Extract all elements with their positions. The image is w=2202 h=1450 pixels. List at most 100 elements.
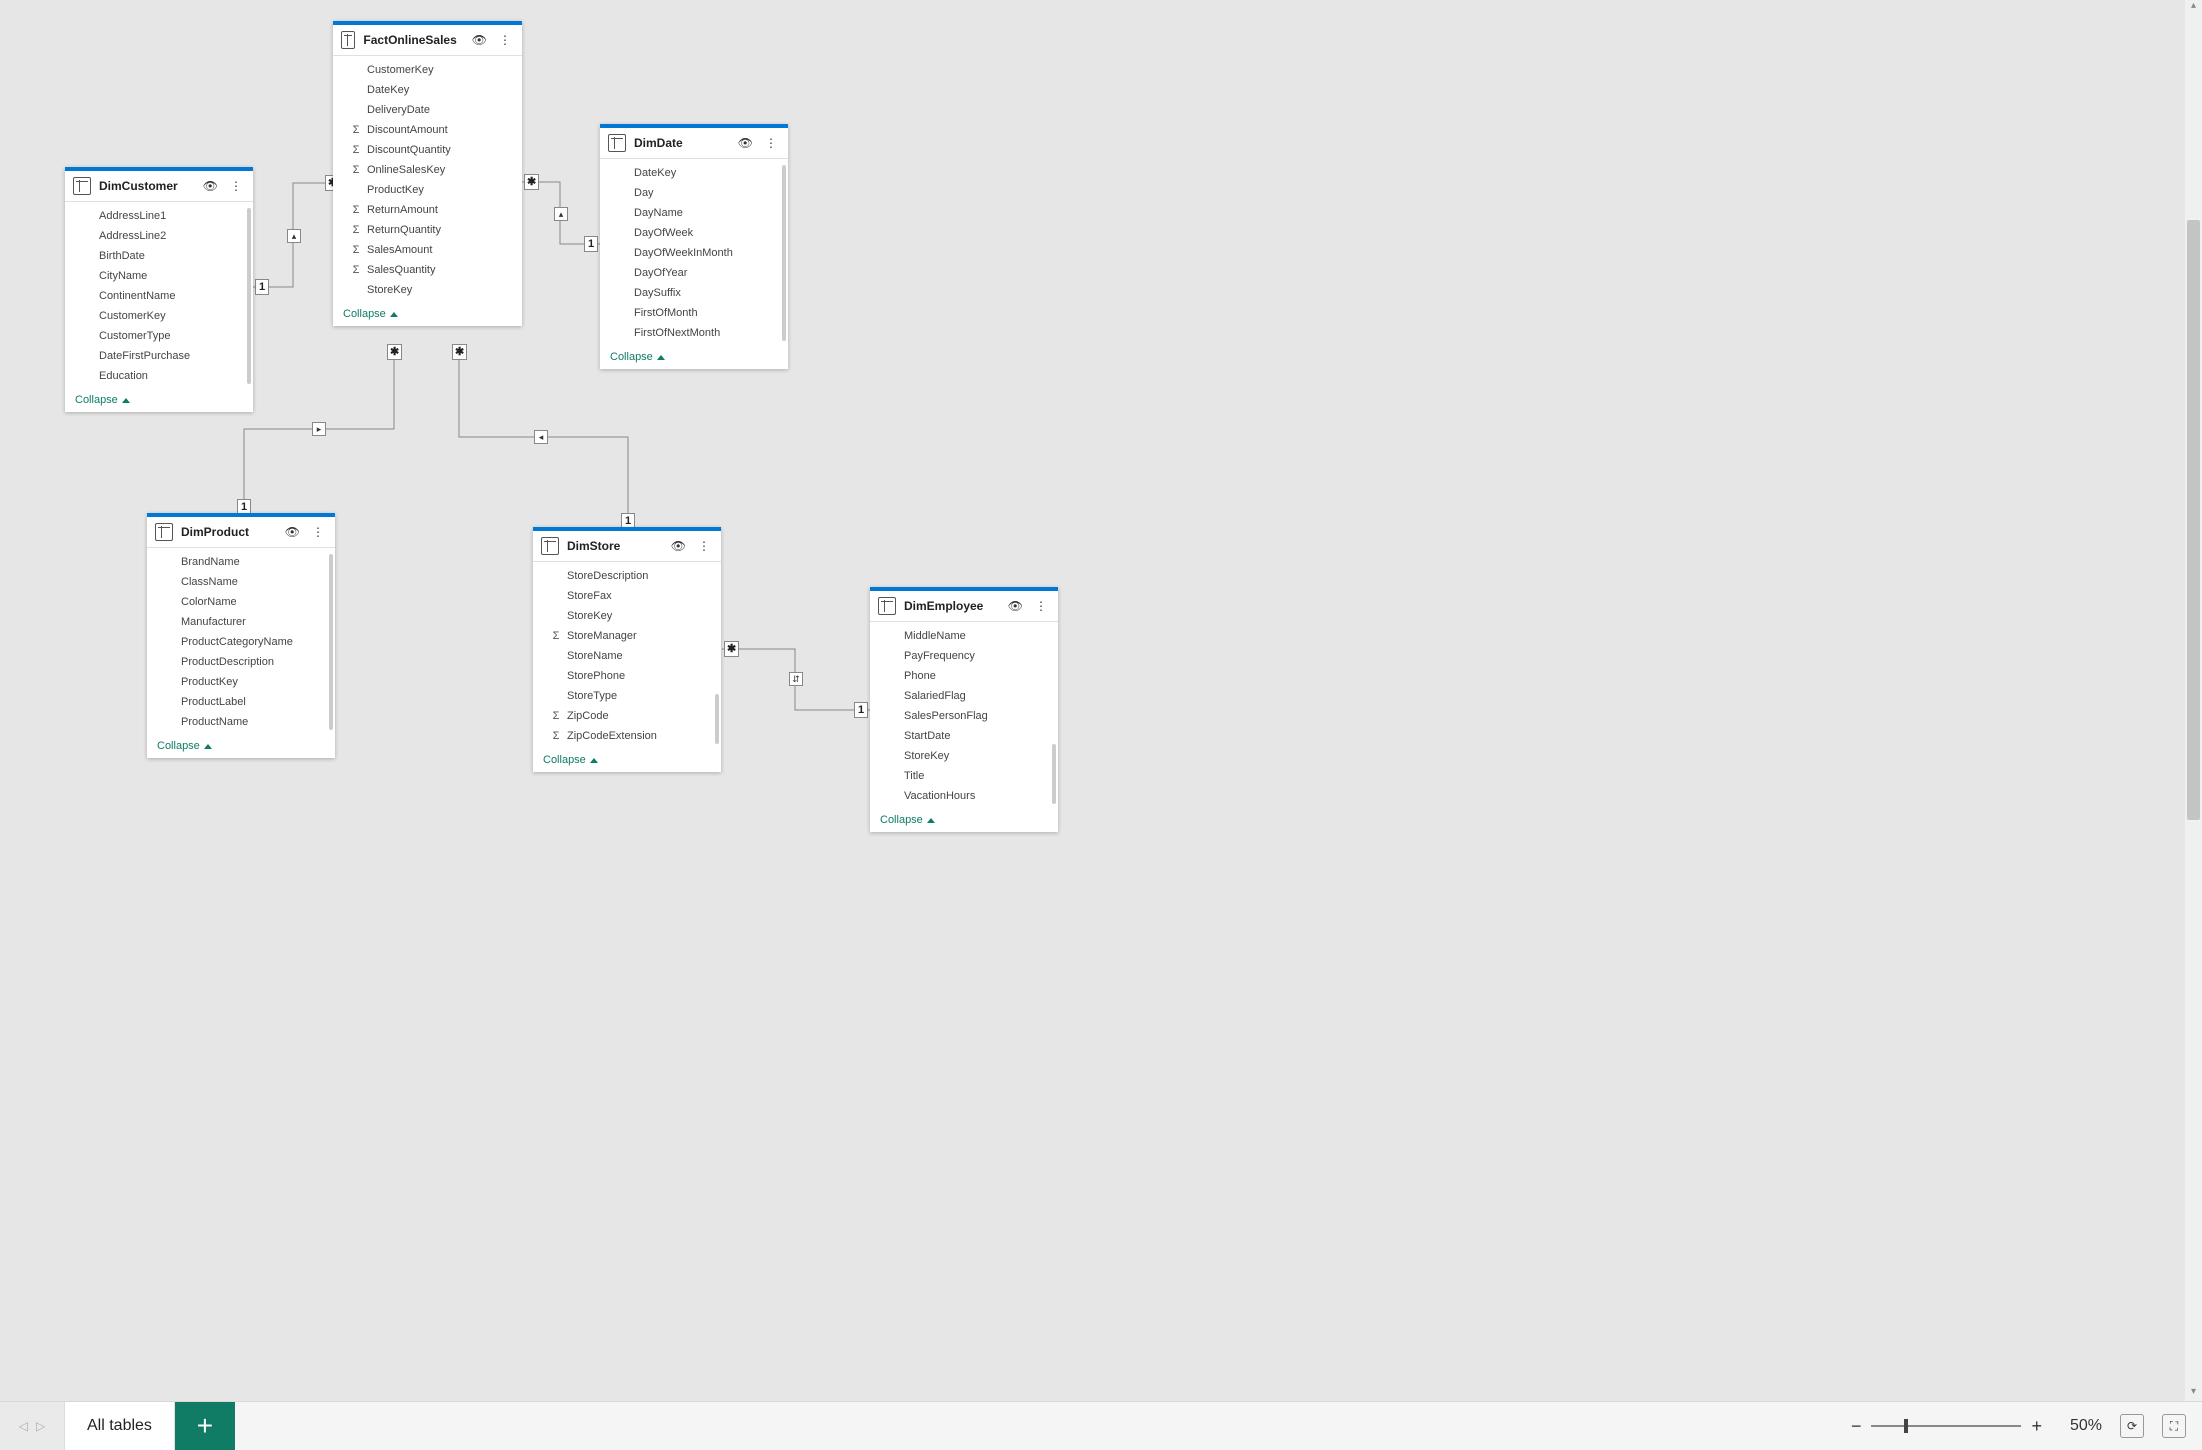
field-item[interactable]: ΣSalesPersonFlag — [870, 706, 1058, 726]
collapse-button[interactable]: Collapse — [147, 736, 335, 758]
field-item[interactable]: ΣPhone — [870, 666, 1058, 686]
scroll-up-icon[interactable]: ▴ — [2187, 0, 2200, 16]
field-item[interactable]: ΣDateKey — [600, 163, 788, 183]
zoom-out-button[interactable]: − — [1851, 1416, 1862, 1437]
field-item[interactable]: ΣOnlineSalesKey — [333, 160, 522, 180]
table-dimcustomer[interactable]: DimCustomer 👁 ⋮ ΣAddressLine1 ΣAddressLi… — [65, 167, 253, 412]
field-item[interactable]: ΣManufacturer — [147, 612, 335, 632]
field-item[interactable]: ΣDateFirstPurchase — [65, 346, 253, 366]
field-item[interactable]: ΣDayOfYear — [600, 263, 788, 283]
field-item[interactable]: ΣDayOfWeekInMonth — [600, 243, 788, 263]
table-header[interactable]: DimStore 👁 ⋮ — [533, 531, 721, 562]
field-item[interactable]: ΣColorName — [147, 592, 335, 612]
collapse-button[interactable]: Collapse — [870, 810, 1058, 832]
field-item[interactable]: ΣDateKey — [333, 80, 522, 100]
field-item[interactable]: ΣCustomerKey — [333, 60, 522, 80]
scrollbar[interactable] — [782, 165, 786, 341]
more-options-icon[interactable]: ⋮ — [695, 539, 713, 553]
scroll-down-icon[interactable]: ▾ — [2187, 1386, 2200, 1402]
visibility-icon[interactable]: 👁 — [735, 136, 756, 150]
table-header[interactable]: DimEmployee 👁 ⋮ — [870, 591, 1058, 622]
field-item[interactable]: ΣCustomerKey — [65, 306, 253, 326]
field-item[interactable]: ΣDay — [600, 183, 788, 203]
field-item[interactable]: ΣStoreKey — [533, 606, 721, 626]
field-item[interactable]: ΣSalesQuantity — [333, 260, 522, 280]
field-item[interactable]: ΣStoreFax — [533, 586, 721, 606]
scrollbar[interactable] — [329, 554, 333, 730]
field-item[interactable]: ΣZipCodeExtension — [533, 726, 721, 746]
more-options-icon[interactable]: ⋮ — [309, 525, 327, 539]
field-item[interactable]: ΣDaySuffix — [600, 283, 788, 303]
visibility-icon[interactable]: 👁 — [469, 33, 490, 47]
field-list[interactable]: ΣStoreDescription ΣStoreFax ΣStoreKey ΣS… — [533, 562, 721, 750]
filter-direction-icon[interactable]: ▸ — [312, 422, 326, 436]
collapse-button[interactable]: Collapse — [533, 750, 721, 772]
field-item[interactable]: ΣDayOfWeek — [600, 223, 788, 243]
field-item[interactable]: ΣCustomerType — [65, 326, 253, 346]
field-item[interactable]: ΣReturnQuantity — [333, 220, 522, 240]
table-dimstore[interactable]: DimStore 👁 ⋮ ΣStoreDescription ΣStoreFax… — [533, 527, 721, 772]
next-tab-icon[interactable]: ▷ — [36, 1419, 45, 1433]
more-options-icon[interactable]: ⋮ — [762, 136, 780, 150]
field-item[interactable]: ΣStoreDescription — [533, 566, 721, 586]
table-dimdate[interactable]: DimDate 👁 ⋮ ΣDateKey ΣDay ΣDayName ΣDayO… — [600, 124, 788, 369]
field-item[interactable]: ΣStorePhone — [533, 666, 721, 686]
collapse-button[interactable]: Collapse — [600, 347, 788, 369]
more-options-icon[interactable]: ⋮ — [496, 33, 514, 47]
field-list[interactable]: ΣCustomerKey ΣDateKey ΣDeliveryDate ΣDis… — [333, 56, 522, 304]
field-item[interactable]: ΣStartDate — [870, 726, 1058, 746]
filter-direction-icon[interactable]: ◂ — [534, 430, 548, 444]
field-item[interactable]: ΣProductName — [147, 712, 335, 732]
field-item[interactable]: ΣReturnAmount — [333, 200, 522, 220]
field-item[interactable]: ΣSalariedFlag — [870, 686, 1058, 706]
visibility-icon[interactable]: 👁 — [1005, 599, 1026, 613]
more-options-icon[interactable]: ⋮ — [227, 179, 245, 193]
more-options-icon[interactable]: ⋮ — [1032, 599, 1050, 613]
field-item[interactable]: ΣZipCode — [533, 706, 721, 726]
field-item[interactable]: ΣProductKey — [333, 180, 522, 200]
visibility-icon[interactable]: 👁 — [200, 179, 221, 193]
collapse-button[interactable]: Collapse — [65, 390, 253, 412]
visibility-icon[interactable]: 👁 — [282, 525, 303, 539]
scrollbar[interactable] — [715, 694, 719, 744]
table-factonlinesales[interactable]: FactOnlineSales 👁 ⋮ ΣCustomerKey ΣDateKe… — [333, 21, 522, 326]
field-list[interactable]: ΣMiddleName ΣPayFrequency ΣPhone ΣSalari… — [870, 622, 1058, 810]
table-header[interactable]: DimCustomer 👁 ⋮ — [65, 171, 253, 202]
vertical-scrollbar[interactable]: ▴ ▾ — [2185, 0, 2202, 1402]
field-item[interactable]: ΣBrandName — [147, 552, 335, 572]
field-item[interactable]: ΣStoreName — [533, 646, 721, 666]
field-item[interactable]: ΣStoreManager — [533, 626, 721, 646]
field-item[interactable]: ΣMiddleName — [870, 626, 1058, 646]
collapse-button[interactable]: Collapse — [333, 304, 522, 326]
field-item[interactable]: ΣStoreKey — [870, 746, 1058, 766]
field-item[interactable]: ΣAddressLine1 — [65, 206, 253, 226]
table-dimproduct[interactable]: DimProduct 👁 ⋮ ΣBrandName ΣClassName ΣCo… — [147, 513, 335, 758]
field-item[interactable]: ΣClassName — [147, 572, 335, 592]
field-item[interactable]: ΣAddressLine2 — [65, 226, 253, 246]
field-item[interactable]: ΣProductDescription — [147, 652, 335, 672]
reset-zoom-icon[interactable]: ⟳ — [2120, 1414, 2144, 1438]
field-item[interactable]: ΣProductCategoryName — [147, 632, 335, 652]
field-list[interactable]: ΣBrandName ΣClassName ΣColorName ΣManufa… — [147, 548, 335, 736]
table-header[interactable]: DimProduct 👁 ⋮ — [147, 517, 335, 548]
model-canvas[interactable]: 1 ✱ ▴ ✱ 1 ▴ ✱ 1 ▸ ✱ 1 ◂ ✱ 1 ⇵ DimCustome… — [0, 0, 2202, 1450]
table-header[interactable]: FactOnlineSales 👁 ⋮ — [333, 25, 522, 56]
field-item[interactable]: ΣPayFrequency — [870, 646, 1058, 666]
field-item[interactable]: ΣDayName — [600, 203, 788, 223]
filter-direction-icon[interactable]: ⇵ — [789, 672, 803, 686]
prev-tab-icon[interactable]: ◁ — [19, 1419, 28, 1433]
filter-direction-icon[interactable]: ▴ — [554, 207, 568, 221]
field-item[interactable]: ΣProductKey — [147, 672, 335, 692]
field-item[interactable]: ΣFirstOfNextMonth — [600, 323, 788, 343]
field-item[interactable]: ΣDiscountQuantity — [333, 140, 522, 160]
field-item[interactable]: ΣBirthDate — [65, 246, 253, 266]
field-item[interactable]: ΣVacationHours — [870, 786, 1058, 806]
scrollbar[interactable] — [247, 208, 251, 384]
field-item[interactable]: ΣStoreKey — [333, 280, 522, 300]
field-item[interactable]: ΣEducation — [65, 366, 253, 386]
field-item[interactable]: ΣDiscountAmount — [333, 120, 522, 140]
field-item[interactable]: ΣFirstOfMonth — [600, 303, 788, 323]
layout-tab-all-tables[interactable]: All tables — [65, 1402, 175, 1450]
zoom-in-button[interactable]: + — [2031, 1416, 2042, 1437]
field-item[interactable]: ΣCityName — [65, 266, 253, 286]
